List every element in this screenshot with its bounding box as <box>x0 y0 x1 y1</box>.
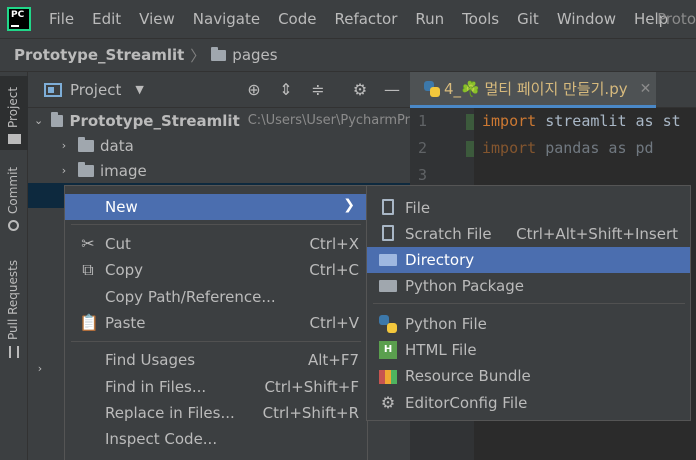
project-view-icon <box>44 82 62 97</box>
folder-icon <box>379 254 397 266</box>
tree-root-row[interactable]: ⌄ Prototype_Streamlit C:\Users\User\Pych… <box>28 108 410 133</box>
breadcrumb-project[interactable]: Prototype_Streamlit <box>14 46 184 64</box>
fold-marker-icon <box>466 141 474 157</box>
project-panel-header: Project ▼ ⊕ ⇕ ≑ ⚙ — <box>28 72 410 108</box>
editor-tab-active[interactable]: 4_☘️ 멀티 페이지 만들기.py ✕ <box>410 72 656 108</box>
menu-refactor[interactable]: Refactor <box>325 0 406 38</box>
menu-window[interactable]: Window <box>548 0 625 38</box>
submenu-item-html-file[interactable]: H HTML File <box>367 337 690 363</box>
line-number: 2 <box>418 139 428 157</box>
new-submenu: File Scratch File Ctrl+Alt+Shift+Insert … <box>366 185 691 421</box>
menu-item-inspect-code[interactable]: Inspect Code... <box>65 426 367 452</box>
tree-item-label: image <box>100 161 147 180</box>
html-file-icon: H <box>379 341 397 359</box>
scissors-icon: ✂ <box>81 234 95 253</box>
commit-tool-button[interactable]: Commit <box>0 164 28 234</box>
package-folder-icon <box>379 280 397 292</box>
menu-navigate[interactable]: Navigate <box>184 0 269 38</box>
chevron-down-icon[interactable]: ⌄ <box>34 114 43 127</box>
menu-git[interactable]: Git <box>508 0 548 38</box>
menu-run[interactable]: Run <box>406 0 453 38</box>
copy-icon: ⧉ <box>82 260 94 279</box>
submenu-item-python-file[interactable]: Python File <box>367 311 690 337</box>
scratch-file-icon <box>382 225 394 241</box>
project-panel-title[interactable]: Project <box>70 81 121 99</box>
commit-tool-label: Commit <box>6 166 20 214</box>
menu-separator <box>373 303 685 304</box>
python-file-icon <box>379 315 397 333</box>
folder-icon <box>51 111 64 127</box>
chevron-right-icon[interactable]: › <box>58 164 70 177</box>
breadcrumb-folder[interactable]: pages <box>232 46 277 64</box>
tree-item-data[interactable]: › data <box>28 133 410 158</box>
folder-icon <box>78 161 94 177</box>
expand-all-icon[interactable]: ⇕ <box>276 80 296 100</box>
pycharm-logo-icon: PC <box>7 7 31 31</box>
minimize-icon[interactable]: — <box>382 80 402 100</box>
tree-root-path: C:\Users\User\PycharmPr <box>247 113 410 128</box>
submenu-item-python-package[interactable]: Python Package <box>367 273 690 299</box>
pull-requests-tool-button[interactable]: Pull Requests <box>0 254 28 364</box>
file-icon <box>382 199 394 215</box>
locate-target-icon[interactable]: ⊕ <box>244 80 264 100</box>
folder-icon <box>8 134 21 144</box>
submenu-item-scratch-file[interactable]: Scratch File Ctrl+Alt+Shift+Insert <box>367 221 690 247</box>
menu-separator <box>71 224 361 225</box>
tool-window-strip: Project Commit Pull Requests <box>0 72 28 460</box>
submenu-item-resource-bundle[interactable]: Resource Bundle <box>367 363 690 389</box>
pull-request-icon <box>9 346 19 358</box>
submenu-item-directory[interactable]: Directory <box>367 247 690 273</box>
gear-icon[interactable]: ⚙ <box>350 80 370 100</box>
clipboard-icon: 📋 <box>79 313 99 332</box>
menu-item-find-in-files[interactable]: Find in Files... Ctrl+Shift+F <box>65 374 367 400</box>
commit-icon <box>8 220 19 231</box>
menu-tools[interactable]: Tools <box>453 0 508 38</box>
menu-edit[interactable]: Edit <box>83 0 130 38</box>
submenu-item-editorconfig-file[interactable]: ⚙ EditorConfig File <box>367 390 690 416</box>
collapse-all-icon[interactable]: ≑ <box>308 80 328 100</box>
menu-item-replace-in-files[interactable]: Replace in Files... Ctrl+Shift+R <box>65 400 367 426</box>
menu-file[interactable]: File <box>40 0 83 38</box>
code-line-1: import streamlit as st <box>482 112 681 130</box>
breadcrumb: Prototype_Streamlit 〉 pages <box>0 38 696 72</box>
editor-tab-bar: 4_☘️ 멀티 페이지 만들기.py ✕ <box>410 72 696 108</box>
chevron-right-icon[interactable]: › <box>58 139 70 152</box>
chevron-down-icon[interactable]: ▼ <box>135 83 143 96</box>
menu-bar: PC File Edit View Navigate Code Refactor… <box>0 0 696 38</box>
project-tool-label: Project <box>6 86 20 128</box>
breadcrumb-separator-icon: 〉 <box>190 46 206 65</box>
gear-icon: ⚙ <box>380 393 396 412</box>
tree-item-image[interactable]: › image <box>28 158 410 183</box>
menu-item-find-usages[interactable]: Find Usages Alt+F7 <box>65 347 367 373</box>
menu-separator <box>71 341 361 342</box>
code-line-2: import pandas as pd <box>482 139 654 157</box>
project-tool-button[interactable]: Project <box>0 76 28 150</box>
menu-item-copy[interactable]: ⧉ Copy Ctrl+C <box>65 257 367 283</box>
chevron-right-icon[interactable]: › <box>34 362 46 375</box>
folder-icon <box>211 46 227 61</box>
tree-root-name: Prototype_Streamlit <box>69 111 240 130</box>
menu-item-new[interactable]: New ❯ <box>65 194 367 220</box>
pull-requests-tool-label: Pull Requests <box>6 259 20 340</box>
tree-item-label: data <box>100 136 134 155</box>
window-title: Proto <box>657 10 696 28</box>
menu-view[interactable]: View <box>130 0 184 38</box>
fold-marker-icon <box>466 114 474 130</box>
menu-item-cut[interactable]: ✂ Cut Ctrl+X <box>65 231 367 257</box>
resource-bundle-icon <box>379 370 397 384</box>
chevron-right-icon: ❯ <box>343 197 355 213</box>
menu-code[interactable]: Code <box>269 0 325 38</box>
line-number: 1 <box>418 112 428 130</box>
line-number: 3 <box>418 166 428 184</box>
python-file-icon <box>424 80 440 97</box>
editor-tab-title: 4_☘️ 멀티 페이지 만들기.py <box>444 80 628 98</box>
menu-item-paste[interactable]: 📋 Paste Ctrl+V <box>65 310 367 336</box>
folder-icon <box>78 136 94 152</box>
submenu-item-file[interactable]: File <box>367 195 690 221</box>
menu-item-copy-path[interactable]: Copy Path/Reference... <box>65 284 367 310</box>
context-menu: New ❯ ✂ Cut Ctrl+X ⧉ Copy Ctrl+C Copy Pa… <box>64 185 368 460</box>
close-icon[interactable]: ✕ <box>640 81 652 97</box>
